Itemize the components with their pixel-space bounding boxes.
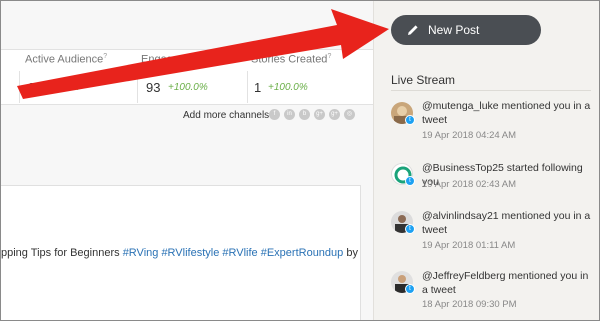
hashtag-link[interactable]: #RVlifestyle — [161, 247, 219, 259]
divider — [391, 90, 591, 91]
google-plus-icon[interactable]: g+ — [329, 109, 340, 120]
twitter-icon: t — [405, 115, 415, 125]
live-stream-event-text: @mutenga_luke mentioned you in a tweet — [422, 100, 591, 126]
twitter-icon: t — [405, 284, 415, 294]
stat-value-engagement: 93 — [146, 80, 161, 95]
stat-header-stories-created: Stories Created? — [251, 53, 332, 66]
stat-header-engagement: Engagement? — [141, 53, 208, 66]
twitter-icon: t — [405, 224, 415, 234]
blog-icon[interactable]: b — [299, 109, 310, 120]
hashtag-link[interactable]: #ExpertRoundup — [261, 247, 344, 259]
main-content: Active Audience? Engagement? Stories Cre… — [1, 1, 373, 320]
stat-value-stories-created: 1 — [254, 80, 262, 95]
app-frame: Active Audience? Engagement? Stories Cre… — [0, 0, 600, 321]
hashtag-link[interactable]: #RVlife — [222, 247, 257, 259]
stat-box-stories-created — [247, 71, 373, 103]
linkedin-icon[interactable]: in — [284, 109, 295, 120]
live-stream-event-date: 18 Apr 2018 09:30 PM — [422, 299, 517, 310]
stat-header-active-audience: Active Audience? — [25, 53, 108, 66]
hashtag-link[interactable]: #RVing — [123, 247, 159, 259]
add-more-channels-label: Add more channels — [183, 110, 270, 121]
live-stream-event-text: @JeffreyFeldberg mentioned you in a twee… — [422, 270, 589, 296]
instagram-icon[interactable]: ◎ — [344, 109, 355, 120]
google-plus-icon[interactable]: g+ — [314, 109, 325, 120]
stat-change-active-audience: +6.7% — [51, 82, 80, 93]
new-post-button[interactable]: New Post — [391, 15, 541, 45]
live-stream-event-date: 19 Apr 2018 01:11 AM — [422, 240, 516, 251]
post-text: pping Tips for Beginners #RVing #RVlifes… — [1, 247, 358, 259]
live-stream-event-text: @alvinlindsay21 mentioned you in a tweet — [422, 210, 591, 236]
pencil-icon — [408, 25, 418, 35]
live-stream-title: Live Stream — [391, 73, 456, 87]
live-stream-event-date: 19 Apr 2018 04:24 AM — [422, 130, 517, 141]
stat-change-stories-created: +100.0% — [268, 82, 308, 93]
stat-value-active-audience: 80 — [28, 80, 43, 95]
new-post-label: New Post — [428, 23, 480, 37]
stat-change-engagement: +100.0% — [168, 82, 208, 93]
twitter-icon: t — [405, 176, 415, 186]
facebook-icon[interactable]: f — [269, 109, 280, 120]
live-stream-event-date: 19 Apr 2018 02:43 AM — [422, 179, 517, 190]
